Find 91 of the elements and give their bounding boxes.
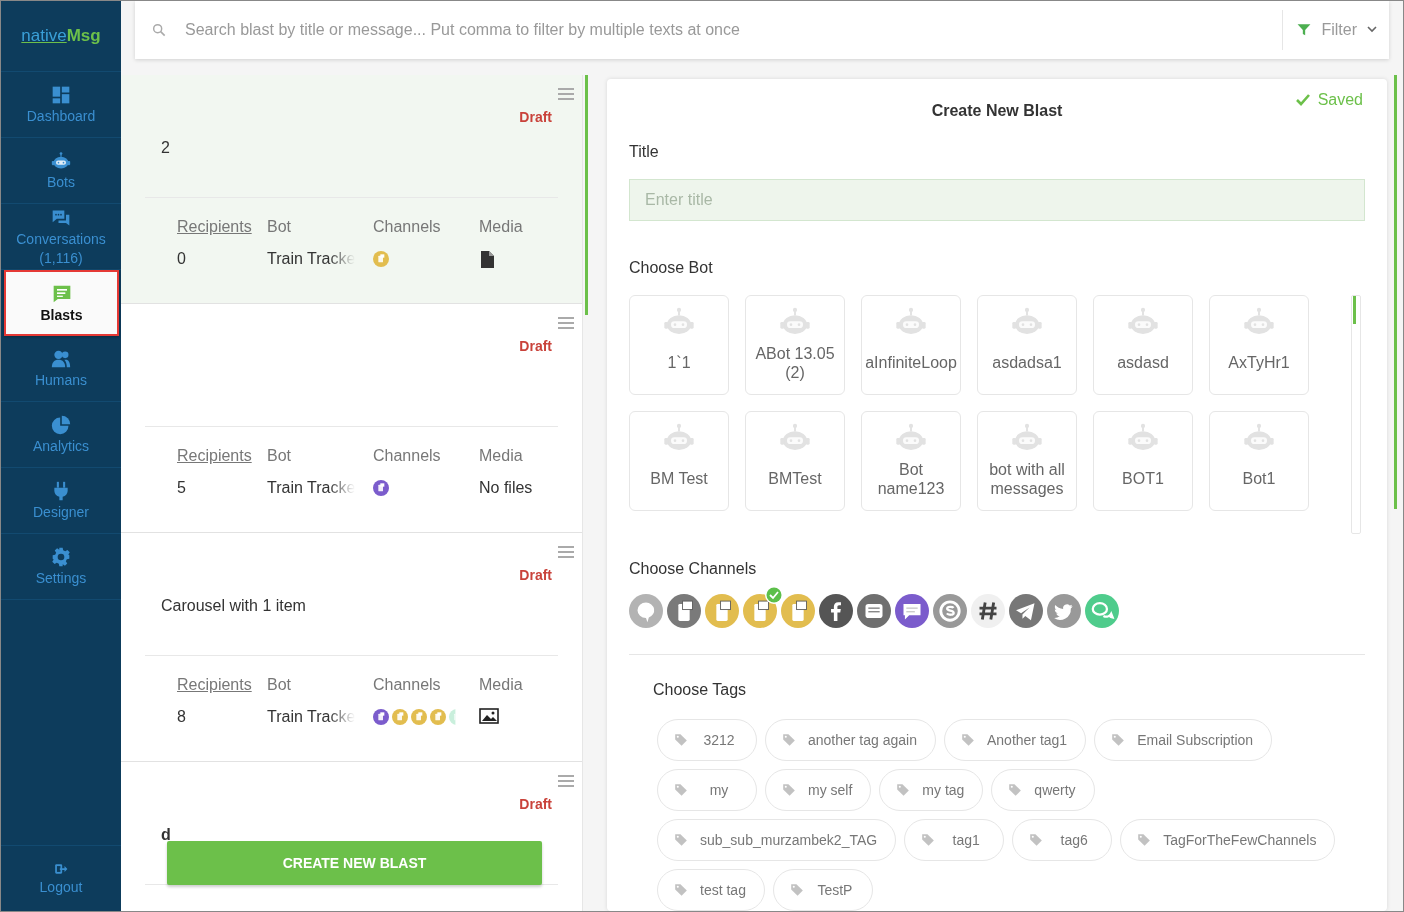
field-label: Title xyxy=(629,142,660,161)
search-icon xyxy=(151,22,167,38)
tag-icon xyxy=(782,733,796,747)
blast-title: Carousel with 1 item xyxy=(161,597,307,615)
column-header: Channels xyxy=(373,676,442,694)
title-input[interactable]: Enter title xyxy=(629,178,1365,221)
bot-option[interactable]: BOT1 xyxy=(1093,410,1193,511)
column-header-link[interactable]: Recipients xyxy=(177,447,267,465)
tag-icon xyxy=(1111,733,1126,747)
menu-icon[interactable] xyxy=(558,545,574,559)
tag-icon xyxy=(961,733,975,747)
status-label: Draft xyxy=(519,796,552,812)
plug-icon xyxy=(51,481,71,501)
tag-icon xyxy=(782,783,796,797)
bot-name: Train Tracke xyxy=(267,708,355,726)
media-text: No files xyxy=(479,479,534,497)
tag-icon xyxy=(674,833,688,847)
column-header: Bot xyxy=(267,447,292,465)
menu-icon[interactable] xyxy=(558,87,574,101)
bot-option[interactable]: BMTest xyxy=(745,410,845,511)
section-label: Choose Bot xyxy=(629,258,714,277)
gear-icon xyxy=(51,547,71,567)
tag-icon xyxy=(896,783,911,797)
column-header: Media xyxy=(479,218,524,236)
channel-option-icon[interactable] xyxy=(705,594,739,628)
channel-option-icon[interactable] xyxy=(819,594,853,628)
selected-card-background[interactable] xyxy=(121,75,582,303)
recipients-count: 0 xyxy=(177,250,187,268)
blast-title: d xyxy=(161,826,172,844)
caret-icon xyxy=(1367,26,1377,34)
column-header-link[interactable]: Recipients xyxy=(177,218,267,236)
people-icon xyxy=(51,349,71,369)
tag-icon xyxy=(921,833,936,847)
menu-icon[interactable] xyxy=(558,774,574,788)
message-icon xyxy=(51,283,72,304)
bot-option[interactable]: asdadsa1 xyxy=(977,294,1077,395)
status-label: Draft xyxy=(519,109,552,125)
bot-option[interactable]: bot with all messages xyxy=(977,410,1077,511)
tag-icon xyxy=(1029,833,1044,847)
bot-option[interactable]: AxTyHr1 xyxy=(1209,294,1309,395)
tag-icon xyxy=(1008,783,1023,797)
saved-status: Saved xyxy=(1317,91,1363,109)
bot-option[interactable]: BM Test xyxy=(629,410,729,511)
column-header: Bot xyxy=(267,676,292,694)
column-header: Media xyxy=(479,676,524,694)
bot-option[interactable]: aInfiniteLoop xyxy=(861,294,961,395)
tag-icon xyxy=(674,883,688,897)
app-logo: nativeMsg xyxy=(1,1,121,72)
filter-icon xyxy=(1297,23,1312,37)
bot-option[interactable]: asdasd xyxy=(1093,294,1193,395)
blast-title: 2 xyxy=(161,139,171,157)
column-header-link[interactable]: Recipients xyxy=(177,676,267,694)
scrollbar[interactable] xyxy=(1351,294,1361,534)
robot-icon xyxy=(51,151,71,171)
bot-option[interactable]: ABot 13.05 (2) xyxy=(745,294,845,395)
logout-icon xyxy=(54,862,68,876)
bot-name: Train Tracke xyxy=(267,250,355,268)
grid-icon xyxy=(51,85,71,105)
recipients-count: 5 xyxy=(177,479,187,497)
section-label: Choose Channels xyxy=(629,560,758,578)
sidebar-nav-item[interactable]: Blasts xyxy=(4,270,119,336)
status-label: Draft xyxy=(519,567,552,583)
column-header: Media xyxy=(479,447,524,465)
column-header: Channels xyxy=(373,447,442,465)
channel-option-icon[interactable] xyxy=(895,594,929,628)
tag-icon xyxy=(1137,833,1152,847)
filter-dropdown[interactable]: Filter xyxy=(1282,10,1389,50)
panel-scrollbar[interactable] xyxy=(1394,75,1397,509)
channel-option-icon[interactable] xyxy=(743,594,777,628)
channel-option-icon[interactable] xyxy=(971,594,1005,628)
check-icon xyxy=(1295,94,1310,106)
status-label: Draft xyxy=(519,338,552,354)
section-label: Choose Tags xyxy=(653,681,748,699)
menu-icon[interactable] xyxy=(558,316,574,330)
recipients-count: 8 xyxy=(177,708,187,726)
form-heading: Create New Blast xyxy=(931,101,1063,120)
pie-icon xyxy=(51,415,71,435)
tag-icon xyxy=(789,883,804,897)
column-header: Channels xyxy=(373,218,442,236)
bot-option[interactable]: 1`1 xyxy=(629,294,729,395)
tag-icon xyxy=(674,783,688,797)
channel-option-icon[interactable] xyxy=(667,594,701,628)
channel-option-icon[interactable] xyxy=(781,594,815,628)
bot-option[interactable]: Bot name123 xyxy=(861,410,961,511)
bot-option[interactable]: Bot1 xyxy=(1209,410,1309,511)
search-field[interactable]: Search blast by title or message... Put comma to filter by multiple texts at once Filter xyxy=(135,1,1389,59)
bot-name: Train Tracke xyxy=(267,479,355,497)
channel-option-icon[interactable] xyxy=(1009,594,1043,628)
tag-icon xyxy=(674,733,688,747)
channel-option-icon[interactable] xyxy=(857,594,891,628)
column-header: Bot xyxy=(267,218,292,236)
